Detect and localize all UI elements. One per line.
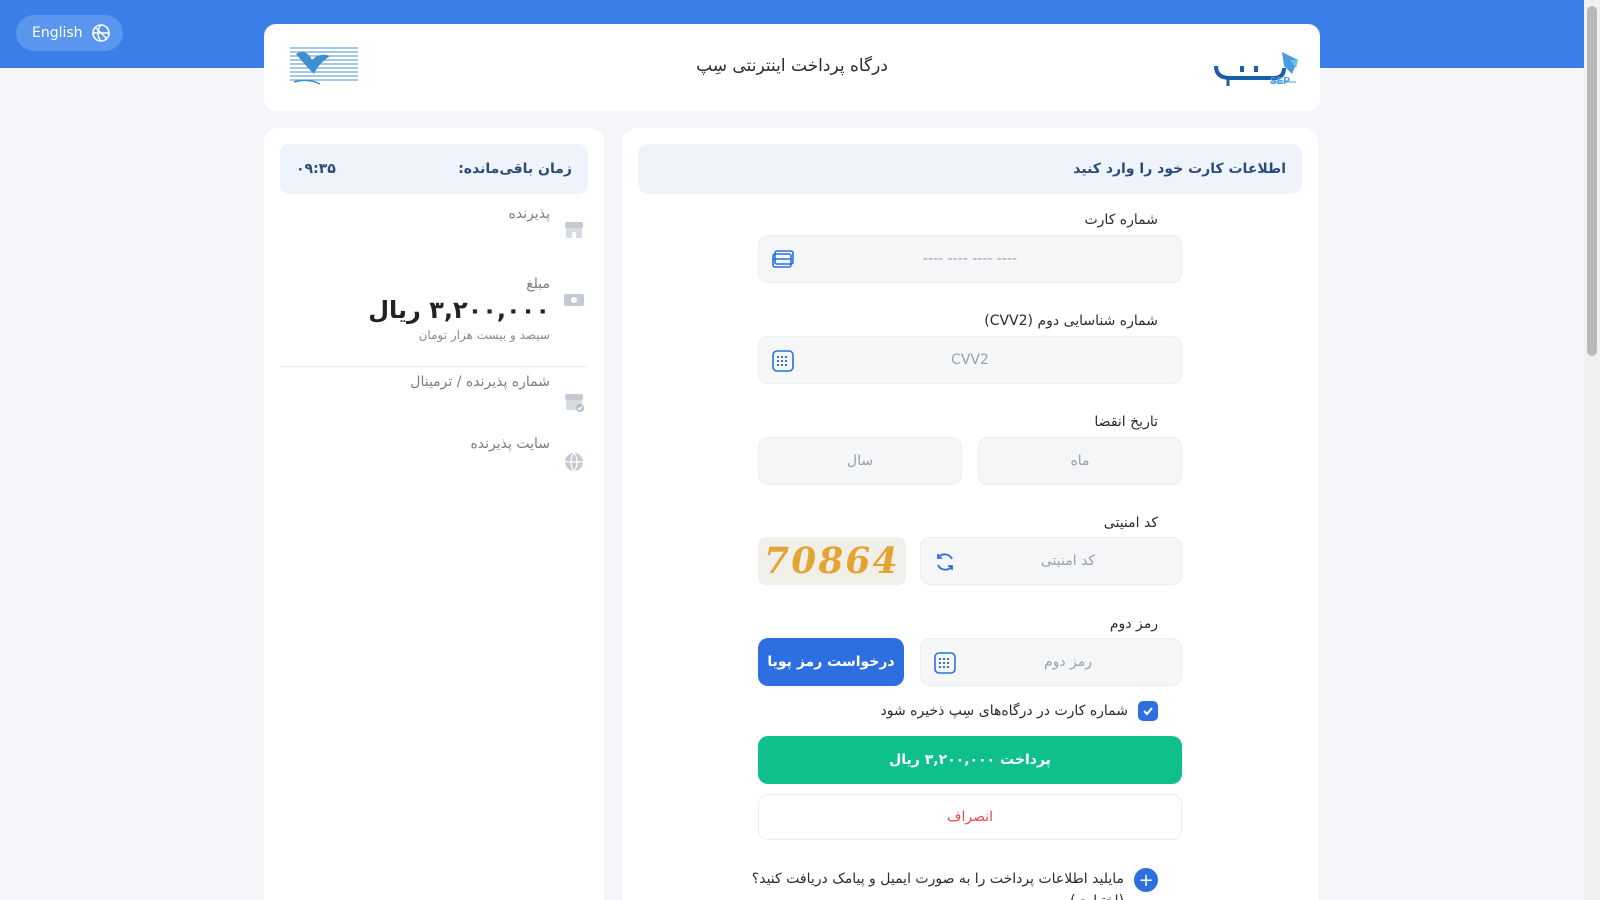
otp-input[interactable]: رمز دوم (920, 638, 1182, 686)
check-icon (1143, 707, 1153, 716)
form-header-text: اطلاعات کارت خود را وارد کنید (1073, 161, 1286, 177)
card-number-label: شماره کارت (1084, 212, 1158, 228)
amount-row: مبلغ ۳,۲۰۰,۰۰۰ ریال سیصد و بیست هزار توم… (368, 276, 586, 342)
card-number-placeholder: ---- ---- ---- ---- (922, 251, 1018, 267)
year-placeholder: سال (846, 453, 874, 469)
globe-icon (565, 452, 583, 472)
card-number-input[interactable]: ---- ---- ---- ---- (758, 235, 1182, 283)
expiry-year-input[interactable]: سال (758, 437, 962, 485)
captcha-image: 70864 (758, 537, 906, 585)
amount-label: مبلغ (526, 276, 550, 292)
save-card-row: شماره کارت در درگاه‌های سِپ ذخیره شود (881, 701, 1158, 721)
timer-box: زمان باقی‌مانده: ۰۹:۳۵ (280, 144, 588, 194)
merchant-row: پذیرنده (509, 206, 586, 242)
merchant-info-panel: زمان باقی‌مانده: ۰۹:۳۵ پذیرنده مبلغ ۳,۲۰… (264, 128, 604, 900)
optional-notification-text: مایلید اطلاعات پرداخت را به صورت ایمیل و… (751, 871, 1124, 900)
plus-icon[interactable]: + (1134, 868, 1158, 892)
cash-icon (564, 294, 584, 306)
site-label: سایت پذیرنده (470, 436, 550, 452)
captcha-text: 70864 (760, 540, 904, 582)
cvv2-label: شماره شناسایی دوم (CVV2) (984, 313, 1158, 329)
request-otp-button[interactable]: درخواست رمز پویا (758, 638, 904, 686)
sep-logo: SEP (1214, 52, 1298, 87)
merchant-label: پذیرنده (508, 206, 550, 222)
cvv2-input[interactable]: CVV2 (758, 336, 1182, 384)
amount-words: سیصد و بیست هزار تومان (418, 328, 550, 342)
header-card: درگاه پرداخت اینترنتی سِپ SEP (264, 24, 1320, 111)
otp-label: رمز دوم (1109, 616, 1158, 632)
expiry-label: تاریخ انقضا (1094, 414, 1158, 430)
globe-off-icon (91, 24, 110, 42)
optional-notification-row: + مایلید اطلاعات پرداخت را به صورت ایمیل… (738, 868, 1158, 900)
cvv2-placeholder: CVV2 (951, 352, 989, 368)
language-toggle-button[interactable]: English (16, 15, 123, 51)
language-button-label: English (32, 25, 83, 41)
terminal-row: شماره پذیرنده / ترمینال (410, 374, 586, 414)
keypad-icon[interactable] (771, 349, 795, 373)
expiry-month-input[interactable]: ماه (978, 437, 1182, 485)
payment-form-card: اطلاعات کارت خود را وارد کنید شماره کارت… (622, 128, 1318, 900)
refresh-icon[interactable] (933, 550, 957, 574)
save-card-label: شماره کارت در درگاه‌های سِپ ذخیره شود (880, 703, 1128, 719)
captcha-input[interactable]: کد امنیتی (920, 537, 1182, 585)
page-title: درگاه پرداخت اینترنتی سِپ (696, 56, 888, 76)
divider (280, 366, 588, 367)
store-icon (565, 222, 583, 238)
cancel-button[interactable]: انصراف (758, 794, 1182, 840)
save-card-checkbox[interactable] (1138, 701, 1158, 721)
svg-text:SEP: SEP (1270, 76, 1290, 87)
terminal-label: شماره پذیرنده / ترمینال (410, 374, 550, 390)
captcha-label: کد امنیتی (1103, 515, 1158, 531)
amount-value: ۳,۲۰۰,۰۰۰ ریال (368, 296, 550, 324)
timer-value: ۰۹:۳۵ (296, 161, 336, 177)
credit-card-icon (772, 250, 794, 268)
month-placeholder: ماه (1070, 453, 1090, 469)
form-header: اطلاعات کارت خود را وارد کنید (638, 144, 1302, 194)
captcha-placeholder: کد امنیتی (1040, 553, 1096, 569)
store-check-icon (565, 394, 584, 412)
keypad-icon[interactable] (933, 651, 957, 675)
scrollbar-thumb[interactable] (1587, 6, 1597, 356)
timer-label: زمان باقی‌مانده: (458, 161, 572, 177)
scrollbar[interactable] (1584, 0, 1600, 900)
site-row: سایت پذیرنده (470, 436, 586, 474)
pay-button[interactable]: پرداخت ۳,۲۰۰,۰۰۰ ریال (758, 736, 1182, 784)
otp-placeholder: رمز دوم (1043, 654, 1093, 670)
